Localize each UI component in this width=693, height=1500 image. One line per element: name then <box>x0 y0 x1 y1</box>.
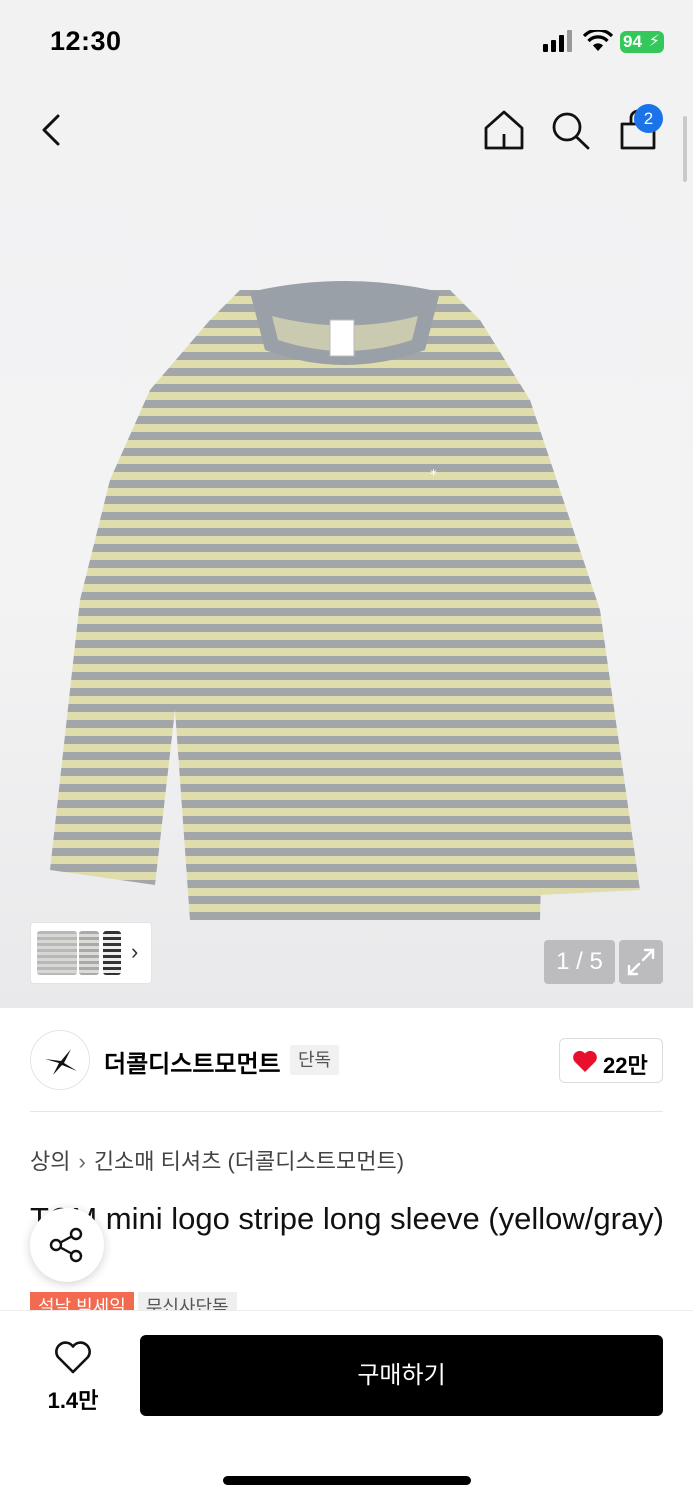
thumbnail-strip[interactable]: › <box>30 922 152 984</box>
product-title: TCM mini logo stripe long sleeve (yellow… <box>30 1201 665 1236</box>
chevron-right-icon: › <box>78 1149 86 1174</box>
home-indicator[interactable] <box>223 1476 471 1485</box>
charging-icon: ⚡ <box>648 33 660 50</box>
bottom-action-bar: 1.4만 구매하기 <box>0 1310 693 1500</box>
expand-icon[interactable] <box>619 940 663 984</box>
product-image[interactable]: ⁎ <box>40 280 652 920</box>
wishlist-button[interactable]: 1.4만 <box>30 1337 120 1417</box>
exclusive-badge: 단독 <box>290 1045 340 1075</box>
share-icon <box>49 1227 83 1263</box>
heart-icon <box>573 1050 597 1072</box>
chevron-right-icon[interactable]: › <box>131 939 138 965</box>
image-counter: 1 / 5 <box>544 940 615 984</box>
cellular-signal-icon <box>543 30 572 52</box>
battery-level: 94 <box>623 32 642 51</box>
sale-badge: 설날 빅세일 <box>30 1292 134 1312</box>
home-icon[interactable] <box>482 106 526 154</box>
cart-count-badge: 2 <box>634 104 663 133</box>
product-gallery[interactable]: 12:30 94 ⚡ 2 ⁎ › 1 / 5 <box>0 0 693 1008</box>
product-tags: 설날 빅세일 무신사단독 <box>30 1292 670 1312</box>
thumbnail-detail[interactable] <box>103 931 121 975</box>
brand-like-count: 22만 <box>603 1053 648 1078</box>
back-icon[interactable] <box>28 106 76 154</box>
brand-logo[interactable] <box>30 1030 90 1090</box>
battery-indicator: 94 ⚡ <box>620 31 664 53</box>
heart-outline-icon <box>55 1341 91 1374</box>
breadcrumb: 상의 › 긴소매 티셔츠 (더콜디스트모먼트) <box>30 1144 404 1176</box>
svg-text:⁎: ⁎ <box>430 463 437 479</box>
thumbnail-side[interactable] <box>79 931 99 975</box>
breadcrumb-category[interactable]: 상의 <box>30 1149 70 1174</box>
brand-name[interactable]: 더콜디스트모먼트 <box>104 1044 281 1079</box>
breadcrumb-subcategory[interactable]: 긴소매 티셔츠 (더콜디스트모먼트) <box>94 1149 404 1174</box>
search-icon[interactable] <box>548 106 592 154</box>
wifi-icon <box>583 30 613 51</box>
scrollbar[interactable] <box>683 116 687 182</box>
thumbnail-front[interactable] <box>37 931 77 975</box>
brand-star-icon <box>45 1049 77 1075</box>
share-button[interactable] <box>30 1208 104 1282</box>
buy-button[interactable]: 구매하기 <box>140 1335 663 1416</box>
brand-like-button[interactable]: 22만 <box>559 1038 663 1083</box>
exclusive-tag: 무신사단독 <box>137 1292 237 1312</box>
status-bar: 12:30 94 ⚡ <box>0 0 693 84</box>
divider <box>30 1111 663 1112</box>
brand-row: 더콜디스트모먼트 단독 22만 <box>30 1030 663 1090</box>
status-time: 12:30 <box>50 26 122 56</box>
wishlist-count: 1.4만 <box>47 1388 99 1413</box>
